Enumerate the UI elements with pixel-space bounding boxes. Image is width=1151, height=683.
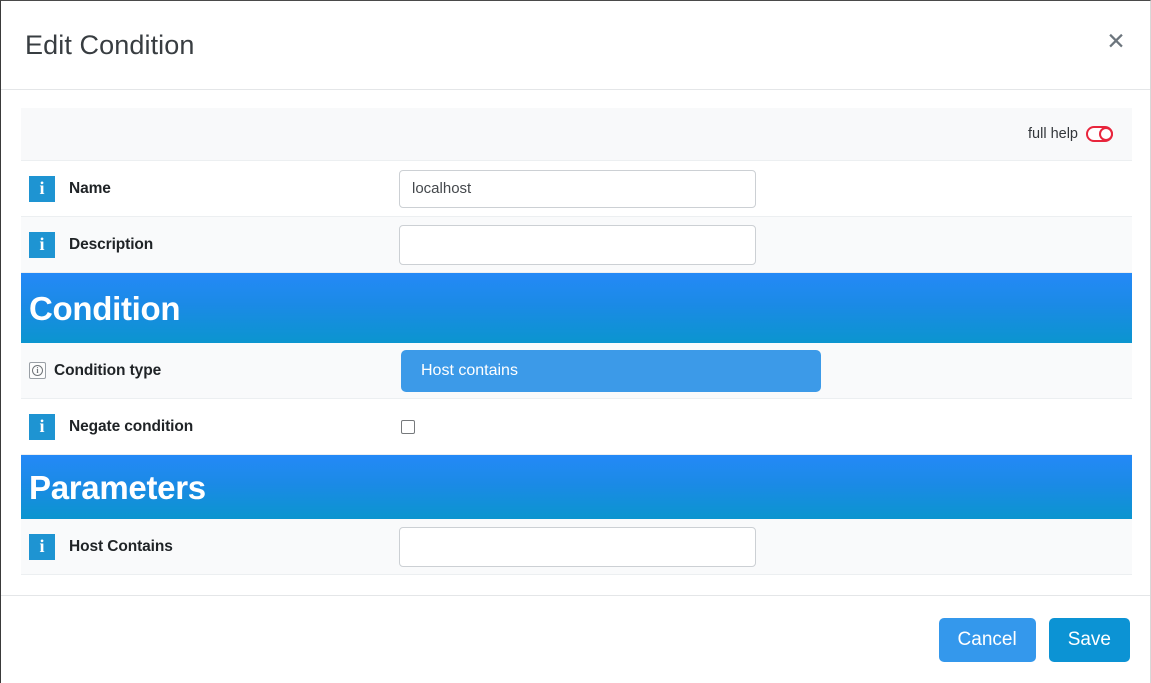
info-icon[interactable]: i	[29, 413, 55, 440]
full-help-label: full help	[1028, 126, 1078, 142]
dialog-footer: Cancel Save	[1, 595, 1150, 683]
info-icon[interactable]: i	[29, 231, 55, 258]
row-name: i Name	[21, 161, 1132, 217]
row-host-contains-label-cell: i Host Contains	[21, 533, 399, 560]
row-host-contains-field-cell	[399, 526, 1130, 567]
condition-type-select[interactable]: Host contains	[401, 349, 821, 392]
row-name-field-cell	[399, 169, 1130, 208]
info-icon-small[interactable]: i	[29, 362, 46, 379]
dialog-body: full help i Name i Description	[1, 90, 1150, 595]
condition-form: full help i Name i Description	[21, 108, 1132, 575]
row-negate-condition-label-cell: i Negate condition	[21, 413, 399, 440]
cancel-button[interactable]: Cancel	[938, 617, 1036, 662]
row-description: i Description	[21, 217, 1132, 273]
label-description: Description	[69, 235, 154, 253]
row-negate-condition: i Negate condition	[21, 399, 1132, 455]
full-help-bar: full help	[21, 108, 1132, 161]
row-condition-type-field-cell: Host contains	[399, 349, 1130, 392]
section-title-parameters: Parameters	[29, 468, 206, 506]
row-negate-condition-field-cell	[399, 419, 1130, 434]
label-negate-condition: Negate condition	[69, 417, 194, 435]
section-title-condition: Condition	[29, 289, 181, 327]
row-condition-type: i Condition type Host contains	[21, 343, 1132, 399]
row-name-label-cell: i Name	[21, 175, 399, 202]
close-icon[interactable]: ✕	[1102, 27, 1130, 55]
row-condition-type-label-cell: i Condition type	[21, 362, 399, 380]
edit-condition-dialog: Edit Condition ✕ full help i Name localh…	[0, 0, 1151, 683]
row-description-label-cell: i Description	[21, 231, 399, 258]
host-contains-input[interactable]	[399, 526, 756, 567]
page-title: Edit Condition	[25, 29, 195, 60]
dialog-header: Edit Condition ✕	[1, 1, 1150, 90]
info-icon[interactable]: i	[29, 175, 55, 202]
full-help-toggle[interactable]	[1086, 126, 1113, 142]
label-host-contains: Host Contains	[69, 537, 173, 555]
description-input[interactable]	[399, 224, 756, 265]
condition-type-selected-value: Host contains	[421, 361, 518, 379]
label-condition-type: Condition type	[54, 361, 162, 379]
section-header-parameters: Parameters	[21, 455, 1132, 519]
name-input[interactable]	[399, 169, 756, 208]
row-description-field-cell	[399, 224, 1130, 265]
row-host-contains: i Host Contains	[21, 519, 1132, 575]
save-button[interactable]: Save	[1048, 617, 1130, 662]
section-header-condition: Condition	[21, 273, 1132, 343]
negate-condition-checkbox[interactable]	[401, 419, 415, 434]
label-name: Name	[69, 179, 111, 197]
info-icon[interactable]: i	[29, 533, 55, 560]
